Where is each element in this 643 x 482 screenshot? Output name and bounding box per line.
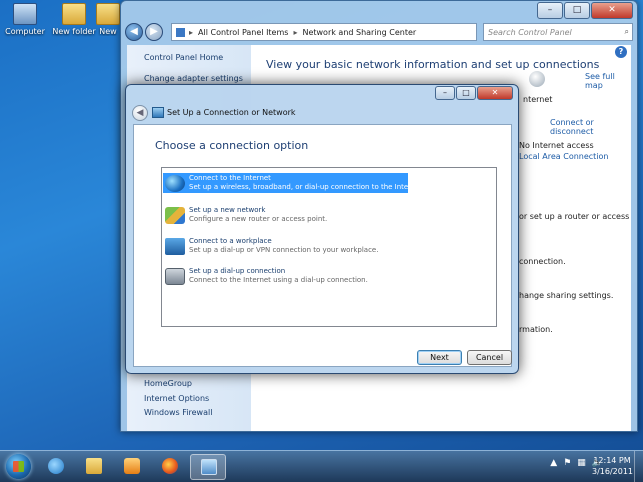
close-button[interactable]: ✕: [591, 2, 633, 19]
firefox-icon: [162, 458, 178, 474]
desktop-icon-label: Computer: [5, 27, 45, 36]
setup-connection-dialog: – □ ✕ ◀ Set Up a Connection or Network C…: [125, 84, 519, 374]
window-caption-buttons: – □ ✕: [536, 2, 633, 19]
help-icon[interactable]: ?: [615, 46, 627, 58]
dialup-icon: [165, 268, 185, 285]
dialog-close-button[interactable]: ✕: [477, 86, 513, 100]
ie-icon: [48, 458, 64, 474]
network-center-icon: [201, 459, 217, 475]
option-workplace[interactable]: Connect to a workplace Set up a dial-up …: [163, 236, 408, 256]
connection-text: connection.: [519, 257, 566, 266]
dialog-back-button[interactable]: ◀: [132, 105, 148, 121]
dialog-minimize-button[interactable]: –: [435, 86, 455, 100]
explorer-icon: [86, 458, 102, 474]
taskbar-firefox[interactable]: [152, 454, 188, 480]
search-placeholder: Search Control Panel: [488, 27, 572, 37]
search-icon: ⌕: [624, 27, 629, 36]
desktop-icon-new-folder[interactable]: New folder: [49, 3, 99, 36]
taskbar-explorer[interactable]: [76, 454, 112, 480]
internet-label: nternet: [523, 95, 553, 104]
setup-router-text: or set up a router or access: [519, 212, 630, 221]
taskbar-network-center[interactable]: [190, 454, 226, 480]
minimize-button[interactable]: –: [537, 2, 563, 19]
media-player-icon: [124, 458, 140, 474]
breadcrumb-separator: ▸: [189, 27, 194, 37]
taskbar: ▲ ⚑ ▦ 🔈 12:14 PM 3/16/2011: [0, 450, 643, 482]
option-description: Set up a wireless, broadband, or dial-up…: [189, 183, 425, 191]
connect-or-disconnect-link[interactable]: Connect or disconnect: [550, 118, 631, 136]
option-description: Set up a dial-up or VPN connection to yo…: [189, 246, 379, 254]
next-button[interactable]: Next: [417, 350, 462, 365]
breadcrumb-network-center[interactable]: Network and Sharing Center: [302, 28, 416, 37]
clock-date: 3/16/2011: [592, 467, 634, 476]
taskbar-clock[interactable]: 12:14 PM 3/16/2011: [592, 455, 634, 477]
information-text: rmation.: [519, 325, 553, 334]
search-input[interactable]: Search Control Panel ⌕: [483, 23, 633, 41]
forward-button[interactable]: ▶: [145, 23, 163, 41]
option-title: Connect to a workplace: [189, 237, 272, 245]
tray-arrow-icon[interactable]: ▲: [550, 458, 557, 468]
internet-icon: [529, 71, 545, 87]
network-icon: [165, 207, 185, 224]
access-type-value: No Internet access: [519, 141, 594, 150]
local-area-connection-link[interactable]: Local Area Connection: [519, 152, 609, 161]
option-description: Connect to the Internet using a dial-up …: [189, 276, 368, 284]
desktop-icon-new[interactable]: New: [95, 3, 121, 36]
sidebar-link-control-panel-home[interactable]: Control Panel Home: [144, 53, 223, 62]
breadcrumb-separator: ▸: [293, 27, 298, 37]
desktop-icon-label: New: [99, 27, 117, 36]
taskbar-ie[interactable]: [38, 454, 74, 480]
option-new-network[interactable]: Set up a new network Configure a new rou…: [163, 205, 408, 225]
sidebar-link-homegroup[interactable]: HomeGroup: [144, 379, 192, 388]
desktop-icon-label: New folder: [52, 27, 96, 36]
connection-option-list: Connect to the Internet Set up a wireles…: [161, 167, 497, 327]
dialog-caption-buttons: – □ ✕: [434, 86, 513, 100]
show-desktop-button[interactable]: [634, 451, 643, 482]
globe-icon: [165, 175, 185, 192]
folder-icon: [96, 3, 120, 25]
taskbar-media-player[interactable]: [114, 454, 150, 480]
dialog-title: Set Up a Connection or Network: [167, 108, 296, 117]
sidebar-link-internet-options[interactable]: Internet Options: [144, 394, 209, 403]
start-button[interactable]: [6, 454, 31, 479]
computer-icon: [13, 3, 37, 25]
control-panel-icon: [176, 27, 185, 37]
network-setup-icon: [152, 107, 164, 118]
option-dialup[interactable]: Set up a dial-up connection Connect to t…: [163, 266, 408, 286]
sidebar-link-change-adapter-settings[interactable]: Change adapter settings: [144, 74, 243, 83]
page-title: View your basic network information and …: [266, 58, 600, 71]
maximize-button[interactable]: □: [564, 2, 590, 19]
dialog-heading: Choose a connection option: [155, 139, 309, 152]
workplace-icon: [165, 238, 185, 255]
option-description: Configure a new router or access point.: [189, 215, 328, 223]
sharing-settings-text: hange sharing settings.: [519, 291, 614, 300]
cancel-button[interactable]: Cancel: [467, 350, 512, 365]
sidebar-link-windows-firewall[interactable]: Windows Firewall: [144, 408, 212, 417]
dialog-titlebar: – □ ✕ ◀ Set Up a Connection or Network: [126, 85, 518, 123]
dialog-maximize-button[interactable]: □: [456, 86, 476, 100]
option-title: Set up a new network: [189, 206, 266, 214]
address-bar[interactable]: ▸ All Control Panel Items ▸ Network and …: [171, 23, 477, 41]
folder-icon: [62, 3, 86, 25]
option-title: Connect to the Internet: [189, 174, 271, 182]
action-center-flag-icon[interactable]: ⚑: [563, 458, 571, 468]
back-button[interactable]: ◀: [125, 23, 143, 41]
clock-time: 12:14 PM: [593, 456, 631, 465]
breadcrumb-all-items[interactable]: All Control Panel Items: [198, 28, 288, 37]
desktop-icon-computer[interactable]: Computer: [0, 3, 50, 36]
option-connect-internet[interactable]: Connect to the Internet Set up a wireles…: [163, 173, 425, 193]
see-full-map-link[interactable]: See full map: [585, 72, 631, 90]
dialog-content: Choose a connection option Connect to th…: [133, 124, 512, 367]
option-title: Set up a dial-up connection: [189, 267, 286, 275]
navigation-bar: ◀ ▶ ▸ All Control Panel Items ▸ Network …: [125, 21, 633, 43]
network-tray-icon[interactable]: ▦: [577, 458, 586, 468]
